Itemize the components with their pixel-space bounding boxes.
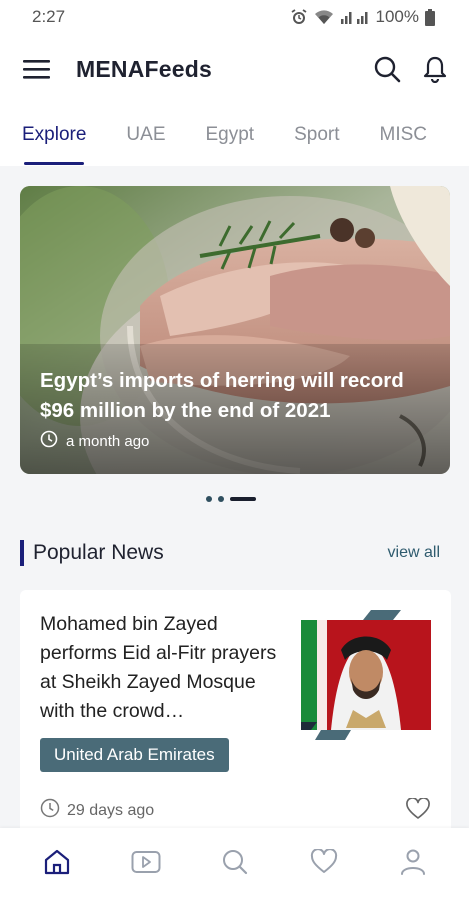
menu-icon[interactable] xyxy=(22,57,52,81)
carousel-dot-active[interactable] xyxy=(230,497,256,501)
search-icon xyxy=(221,848,249,881)
nav-profile[interactable] xyxy=(383,848,443,881)
popular-news-header: Popular News view all xyxy=(20,538,440,568)
tab-explore[interactable]: Explore xyxy=(22,104,86,165)
status-icons: 100% xyxy=(290,7,435,27)
section-accent-bar xyxy=(20,540,24,566)
tab-sport[interactable]: Sport xyxy=(294,104,339,146)
home-icon xyxy=(43,848,71,881)
news-card[interactable]: Mohamed bin Zayed performs Eid al-Fitr p… xyxy=(20,590,451,840)
alarm-icon xyxy=(290,8,308,26)
featured-article-card[interactable]: Egypt’s imports of herring will record $… xyxy=(20,186,450,474)
status-bar: 2:27 100% xyxy=(0,0,469,34)
signal-icon xyxy=(340,9,370,25)
news-card-headline[interactable]: Mohamed bin Zayed performs Eid al-Fitr p… xyxy=(40,610,288,726)
app-title: MENAFeeds xyxy=(76,55,212,82)
view-all-link[interactable]: view all xyxy=(388,544,440,562)
nav-home[interactable] xyxy=(27,848,87,881)
battery-icon xyxy=(425,8,435,26)
app-bar: MENAFeeds xyxy=(0,34,469,104)
carousel-dot[interactable] xyxy=(218,496,224,502)
heart-icon xyxy=(310,847,338,880)
news-card-time-text: 29 days ago xyxy=(67,801,155,819)
featured-article-time: a month ago xyxy=(40,430,149,452)
status-time: 2:27 xyxy=(32,7,66,26)
wifi-icon xyxy=(314,9,334,25)
featured-article-title[interactable]: Egypt’s imports of herring will record $… xyxy=(40,366,430,426)
nav-search[interactable] xyxy=(205,848,265,881)
favorite-heart-icon[interactable] xyxy=(406,797,430,825)
notification-bell-icon[interactable] xyxy=(423,55,447,83)
battery-level: 100% xyxy=(375,7,419,26)
nav-video[interactable] xyxy=(116,850,176,879)
news-card-time: 29 days ago xyxy=(40,798,154,823)
app-actions xyxy=(373,55,447,83)
carousel-indicator[interactable] xyxy=(206,496,256,502)
news-card-thumbnail[interactable] xyxy=(301,610,431,740)
tab-misc[interactable]: MISC xyxy=(380,104,428,146)
nav-favorites[interactable] xyxy=(294,847,354,880)
clock-icon xyxy=(40,430,58,452)
section-title: Popular News xyxy=(33,541,164,564)
search-icon[interactable] xyxy=(373,55,401,83)
news-card-category-tag[interactable]: United Arab Emirates xyxy=(40,738,229,772)
featured-article-time-text: a month ago xyxy=(66,432,150,450)
clock-icon xyxy=(40,798,60,823)
tab-egypt[interactable]: Egypt xyxy=(206,104,255,146)
bottom-navigation xyxy=(0,828,469,900)
user-icon xyxy=(400,848,426,881)
tab-uae[interactable]: UAE xyxy=(126,104,165,146)
category-tabs: Explore UAE Egypt Sport MISC xyxy=(0,104,469,166)
video-icon xyxy=(131,850,161,879)
carousel-dot[interactable] xyxy=(206,496,212,502)
